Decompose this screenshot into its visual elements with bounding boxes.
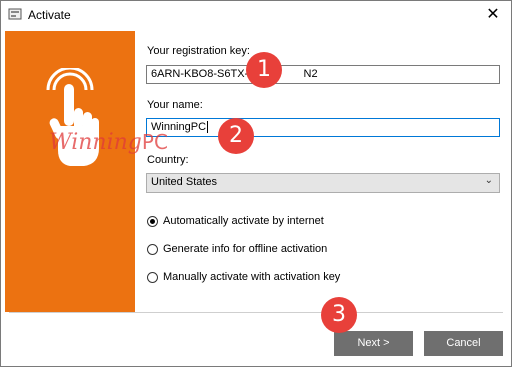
registration-key-value: 6ARN-KBO8-S6TX-E <box>151 68 256 80</box>
step-badge-2: 2 <box>218 118 254 154</box>
step-badge-3: 3 <box>321 297 357 333</box>
window-title: Activate <box>28 8 71 22</box>
radio-auto-activate[interactable] <box>147 215 158 227</box>
step-badge-1: 1 <box>246 52 282 88</box>
registration-key-label: Your registration key: <box>147 45 250 57</box>
option-manual-key[interactable]: Manually activate with activation key <box>147 269 340 285</box>
country-value: United States <box>151 176 218 188</box>
next-button[interactable]: Next > <box>334 331 413 356</box>
option-offline-info[interactable]: Generate info for offline activation <box>147 241 327 257</box>
watermark-text: Winning <box>49 130 142 155</box>
radio-manual-key[interactable] <box>147 271 158 283</box>
option-manual-key-label: Manually activate with activation key <box>163 271 341 283</box>
country-label: Country: <box>147 154 189 166</box>
country-select[interactable]: United States ⌄ <box>146 173 500 193</box>
footer-divider <box>9 312 503 313</box>
option-auto-activate-label: Automatically activate by internet <box>163 215 324 227</box>
name-input[interactable]: WinningPC <box>146 118 500 137</box>
activate-dialog: Activate ✕ Your registration key: 6ARN-K… <box>0 0 512 367</box>
activate-app-icon <box>8 8 22 20</box>
watermark: WinningPC <box>49 130 168 155</box>
radio-offline-info[interactable] <box>147 243 158 255</box>
cancel-button[interactable]: Cancel <box>424 331 503 356</box>
option-offline-info-label: Generate info for offline activation <box>163 243 328 255</box>
name-label: Your name: <box>147 99 203 111</box>
side-panel <box>5 31 135 312</box>
title-bar: Activate ✕ <box>1 1 511 29</box>
registration-key-tail: N2 <box>303 68 318 80</box>
chevron-down-icon: ⌄ <box>484 175 493 186</box>
close-icon[interactable]: ✕ <box>483 5 503 25</box>
option-auto-activate[interactable]: Automatically activate by internet <box>147 213 324 229</box>
watermark-pc: PC <box>141 130 168 154</box>
registration-key-input[interactable]: 6ARN-KBO8-S6TX-E N2 <box>146 65 500 84</box>
